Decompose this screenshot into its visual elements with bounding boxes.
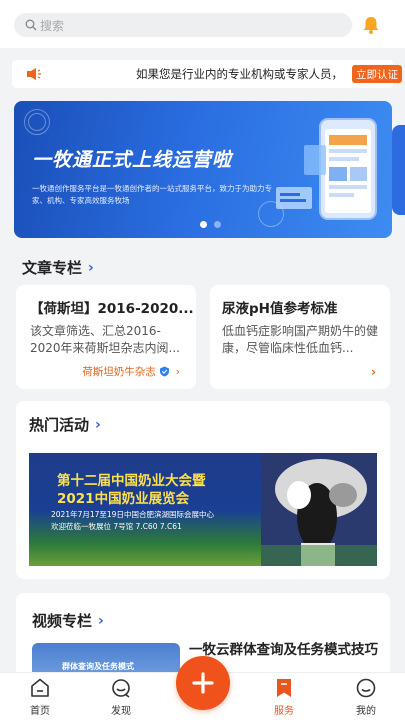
banner-subtitle: 一牧通创作服务平台是一牧通创作者的一站式服务平台，致力于为助力专家、机构、专家高… bbox=[32, 184, 272, 205]
chevron-right-icon: › bbox=[175, 365, 180, 378]
article-desc: 该文章筛选、汇总2016-2020年来荷斯坦杂志内阅... bbox=[30, 324, 180, 355]
pagination-dot[interactable] bbox=[214, 221, 221, 228]
source-name: 荷斯坦奶牛杂志 bbox=[82, 366, 156, 378]
thumbnail-text: 群体查询及任务模式 bbox=[62, 662, 134, 671]
next-banner-peek bbox=[392, 125, 405, 215]
search-input[interactable]: 搜索 bbox=[14, 13, 352, 37]
create-button[interactable] bbox=[176, 656, 230, 710]
chevron-right-icon: › bbox=[371, 365, 376, 379]
phone-illustration bbox=[276, 118, 377, 220]
chevron-right-icon: › bbox=[98, 612, 104, 629]
top-bar: 搜索 bbox=[0, 0, 405, 48]
certification-notice: 如果您是行业内的专业机构或专家人员， 立即认证 bbox=[12, 60, 402, 88]
article-card[interactable]: 尿液pH值参考标准 低血钙症影响国产期奶牛的健康，尽管临床性低血钙... › bbox=[210, 285, 390, 389]
search-placeholder: 搜索 bbox=[40, 18, 65, 33]
discover-icon bbox=[112, 679, 130, 698]
chevron-right-icon: › bbox=[95, 416, 101, 433]
profile-icon bbox=[356, 678, 376, 698]
tab-label: 服务 bbox=[274, 706, 294, 717]
section-title: 视频专栏 bbox=[32, 612, 93, 630]
tab-label: 发现 bbox=[111, 706, 131, 717]
video-title[interactable]: 一牧云群体查询及任务模式技巧 bbox=[189, 641, 379, 660]
articles-section-header[interactable]: 文章专栏 › bbox=[22, 257, 94, 278]
notice-text: 如果您是行业内的专业机构或专家人员， bbox=[136, 67, 342, 81]
banner-pagination bbox=[200, 221, 221, 228]
verified-icon bbox=[159, 366, 169, 377]
tab-label: 我的 bbox=[356, 706, 376, 717]
tab-service[interactable]: 服务 bbox=[254, 677, 314, 717]
poster-line-1: 第十二届中国奶业大会暨 bbox=[57, 473, 206, 489]
plus-icon bbox=[192, 672, 214, 694]
speaker-icon bbox=[27, 68, 41, 80]
tab-home[interactable]: 首页 bbox=[10, 677, 70, 717]
article-source: 荷斯坦奶牛杂志 › bbox=[82, 364, 180, 379]
tab-discover[interactable]: 发现 bbox=[91, 677, 151, 717]
home-icon bbox=[31, 678, 49, 697]
poster-line-3: 2021年7月17至19日中国合肥滨湖国际会展中心 bbox=[51, 510, 214, 519]
cow-illustration bbox=[261, 453, 377, 566]
search-icon bbox=[25, 19, 37, 31]
chevron-right-icon: › bbox=[88, 259, 94, 276]
service-icon bbox=[277, 679, 291, 697]
tab-label: 首页 bbox=[30, 706, 50, 717]
bell-icon[interactable] bbox=[362, 15, 380, 35]
event-poster[interactable]: 第十二届中国奶业大会暨 2021中国奶业展览会 2021年7月17至19日中国合… bbox=[29, 453, 377, 566]
poster-line-4: 欢迎莅临一牧展位 7号馆 7.C60 7.C61 bbox=[51, 522, 182, 531]
article-desc: 低血钙症影响国产期奶牛的健康，尽管临床性低血钙... bbox=[222, 324, 379, 355]
activities-card: 热门活动 › 第十二届中国奶业大会暨 2021中国奶业展览会 2021年7月17… bbox=[16, 401, 390, 579]
pagination-dot[interactable] bbox=[200, 221, 207, 228]
videos-section-header[interactable]: 视频专栏 › bbox=[32, 610, 104, 631]
certify-now-button[interactable]: 立即认证 bbox=[352, 65, 402, 83]
article-title: 尿液pH值参考标准 bbox=[222, 301, 338, 317]
article-card[interactable]: 【荷斯坦】2016-2020... 该文章筛选、汇总2016-2020年来荷斯坦… bbox=[16, 285, 196, 389]
section-title: 文章专栏 bbox=[22, 259, 83, 277]
promo-banner[interactable]: 一牧通正式上线运营啦 一牧通创作服务平台是一牧通创作者的一站式服务平台，致力于为… bbox=[14, 101, 392, 238]
banner-title: 一牧通正式上线运营啦 bbox=[32, 149, 233, 171]
section-title: 热门活动 bbox=[29, 416, 90, 434]
article-title: 【荷斯坦】2016-2020... bbox=[30, 301, 194, 317]
tab-profile[interactable]: 我的 bbox=[336, 677, 396, 717]
activities-section-header[interactable]: 热门活动 › bbox=[29, 414, 101, 435]
poster-line-2: 2021中国奶业展览会 bbox=[57, 491, 190, 507]
